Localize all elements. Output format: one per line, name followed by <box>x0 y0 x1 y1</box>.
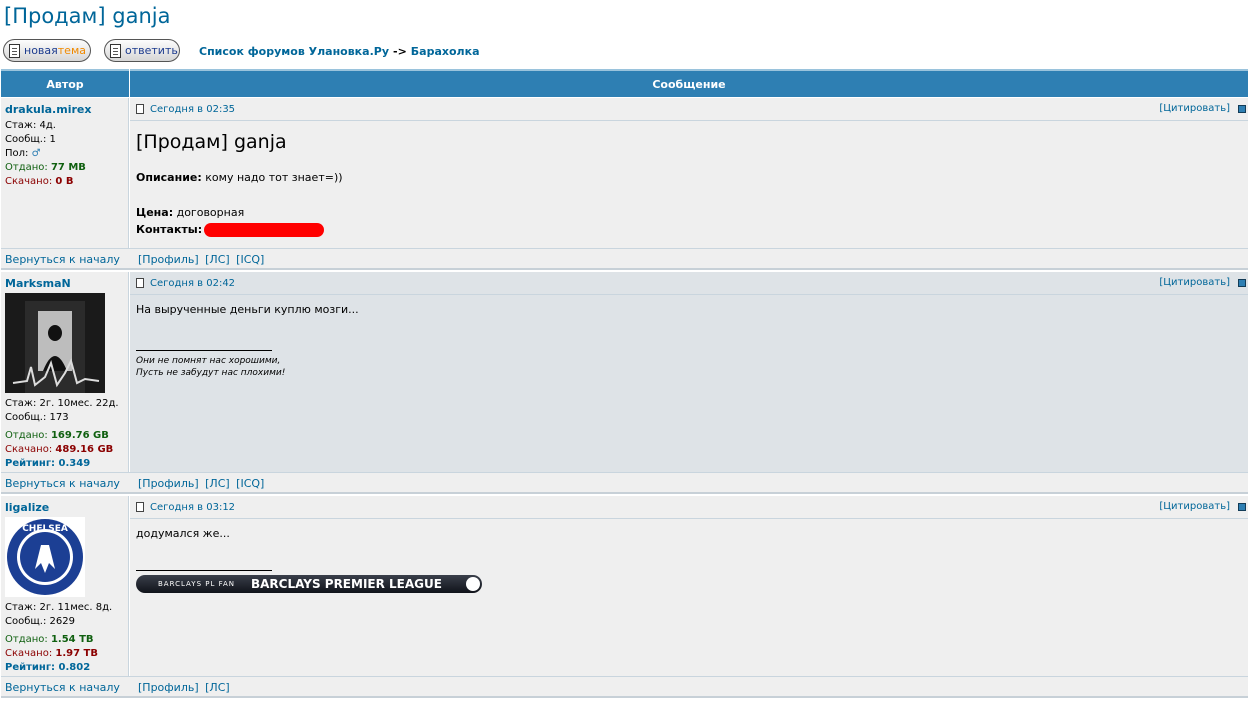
post-author-panel: MarksmaN Стаж: 2г. 10мес. 22д. Сообщ.: 1… <box>1 272 129 472</box>
post-author-panel: ligalize CHELSEA Стаж: 2г. 11мес. 8д. Со… <box>1 496 129 676</box>
post-body: На вырученные деньги куплю мозги... Они … <box>130 295 1248 387</box>
profile-links[interactable]: [Профиль] [ЛС] <box>138 681 230 694</box>
quote-button[interactable]: [Цитировать] <box>1159 103 1230 114</box>
quote-button[interactable]: [Цитировать] <box>1159 277 1230 288</box>
post-header: Сегодня в 03:12 [Цитировать] <box>130 496 1248 519</box>
signature-divider <box>136 350 272 351</box>
post-text: додумался же... <box>136 527 230 540</box>
profile-links[interactable]: [Профиль] [ЛС] [ICQ] <box>138 253 264 266</box>
new-topic-label-1: новая <box>24 44 58 57</box>
author-stazh: Стаж: 4д. <box>5 120 56 131</box>
post-message-panel: Сегодня в 02:42 [Цитировать] На вырученн… <box>130 272 1248 472</box>
author-column-header: Автор <box>1 69 129 97</box>
author-uploaded: Отдано: 1.54 TB <box>5 634 94 645</box>
new-topic-label-2: тема <box>57 44 86 57</box>
document-icon <box>110 43 121 58</box>
post-footer: Вернуться к началу [Профиль] [ЛС] [ICQ] <box>1 248 1248 270</box>
back-to-top-link[interactable]: Вернуться к началу <box>5 477 120 490</box>
redaction-mark <box>204 223 325 237</box>
square-icon[interactable] <box>1238 105 1246 113</box>
signature-divider <box>136 570 272 571</box>
post-header: Сегодня в 02:35 [Цитировать] <box>130 98 1248 121</box>
author-stazh: Стаж: 2г. 11мес. 8д. <box>5 602 113 613</box>
post-footer: Вернуться к началу [Профиль] [ЛС] [ICQ] <box>1 472 1248 494</box>
gender-label: Пол: <box>5 148 29 159</box>
breadcrumb-separator: -> <box>393 45 407 58</box>
post-text: На вырученные деньги куплю мозги... <box>136 303 359 316</box>
breadcrumb: Список форумов Улановка.Ру -> Барахолка <box>199 45 480 58</box>
breadcrumb-section[interactable]: Барахолка <box>411 45 480 58</box>
banner-big-text: BARCLAYS PREMIER LEAGUE <box>251 577 442 591</box>
post-message-panel: Сегодня в 02:35 [Цитировать] [Продам] ga… <box>130 98 1248 248</box>
post-body: [Продам] ganja Описание: кому надо тот з… <box>130 121 1248 245</box>
document-icon <box>9 43 20 58</box>
post-time[interactable]: Сегодня в 02:35 <box>150 104 235 115</box>
author-post-count: Сообщ.: 1 <box>5 134 56 145</box>
post-author-panel: drakula.mirex Стаж: 4д. Сообщ.: 1 Пол: ♂… <box>1 98 129 248</box>
post-body-title: [Продам] ganja <box>136 131 287 153</box>
avatar <box>5 293 105 393</box>
svg-text:CHELSEA: CHELSEA <box>22 524 68 534</box>
post-icon <box>136 278 144 288</box>
breadcrumb-forum-list[interactable]: Список форумов Улановка.Ру <box>199 45 389 58</box>
male-icon: ♂ <box>31 148 41 159</box>
quote-button[interactable]: [Цитировать] <box>1159 501 1230 512</box>
new-topic-button[interactable]: новая тема <box>3 39 91 62</box>
message-column-header: Сообщение <box>130 69 1248 97</box>
post-description: Описание: кому надо тот знает=)) <box>136 171 343 184</box>
banner-small-text: BARCLAYS PL FAN <box>158 580 235 588</box>
post-icon <box>136 502 144 512</box>
author-nickname[interactable]: ligalize <box>5 501 128 514</box>
author-downloaded: Скачано: 489.16 GB <box>5 444 114 455</box>
author-uploaded: Отдано: 169.76 GB <box>5 430 109 441</box>
author-nickname[interactable]: drakula.mirex <box>5 103 128 116</box>
post-footer: Вернуться к началу [Профиль] [ЛС] <box>1 676 1248 698</box>
post-price: Цена: договорная <box>136 206 245 219</box>
square-icon[interactable] <box>1238 503 1246 511</box>
author-post-count: Сообщ.: 2629 <box>5 616 75 627</box>
football-icon <box>466 577 480 591</box>
signature-line-1: Они не помнят нас хорошими, <box>136 356 281 366</box>
reply-label: ответить <box>125 44 178 57</box>
post-time[interactable]: Сегодня в 02:42 <box>150 278 235 289</box>
author-uploaded: Отдано: 77 MB <box>5 162 86 173</box>
author-gender: Пол: ♂ <box>5 147 128 161</box>
back-to-top-link[interactable]: Вернуться к началу <box>5 253 120 266</box>
back-to-top-link[interactable]: Вернуться к началу <box>5 681 120 694</box>
author-post-count: Сообщ.: 173 <box>5 412 69 423</box>
page-title[interactable]: [Продам] ganja <box>4 4 170 28</box>
author-downloaded: Скачано: 0 B <box>5 176 74 187</box>
author-nickname[interactable]: MarksmaN <box>5 277 128 290</box>
post-message-panel: Сегодня в 03:12 [Цитировать] додумался ж… <box>130 496 1248 676</box>
post-time[interactable]: Сегодня в 03:12 <box>150 502 235 513</box>
square-icon[interactable] <box>1238 279 1246 287</box>
post-header: Сегодня в 02:42 [Цитировать] <box>130 272 1248 295</box>
post-icon <box>136 104 144 114</box>
post-contacts: Контакты: <box>136 223 1242 237</box>
signature-line-2: Пусть не забудут нас плохими! <box>136 368 286 378</box>
profile-links[interactable]: [Профиль] [ЛС] [ICQ] <box>138 477 264 490</box>
post-body: додумался же... BARCLAYS PL FAN BARCLAYS… <box>130 519 1248 601</box>
author-stazh: Стаж: 2г. 10мес. 22д. <box>5 398 119 409</box>
premier-league-banner: BARCLAYS PL FAN BARCLAYS PREMIER LEAGUE <box>136 575 482 593</box>
author-rating: Рейтинг: 0.802 <box>5 662 91 673</box>
reply-button[interactable]: ответить <box>104 39 180 62</box>
chelsea-logo-avatar: CHELSEA <box>5 517 85 597</box>
author-rating: Рейтинг: 0.349 <box>5 458 91 469</box>
author-downloaded: Скачано: 1.97 TB <box>5 648 99 659</box>
